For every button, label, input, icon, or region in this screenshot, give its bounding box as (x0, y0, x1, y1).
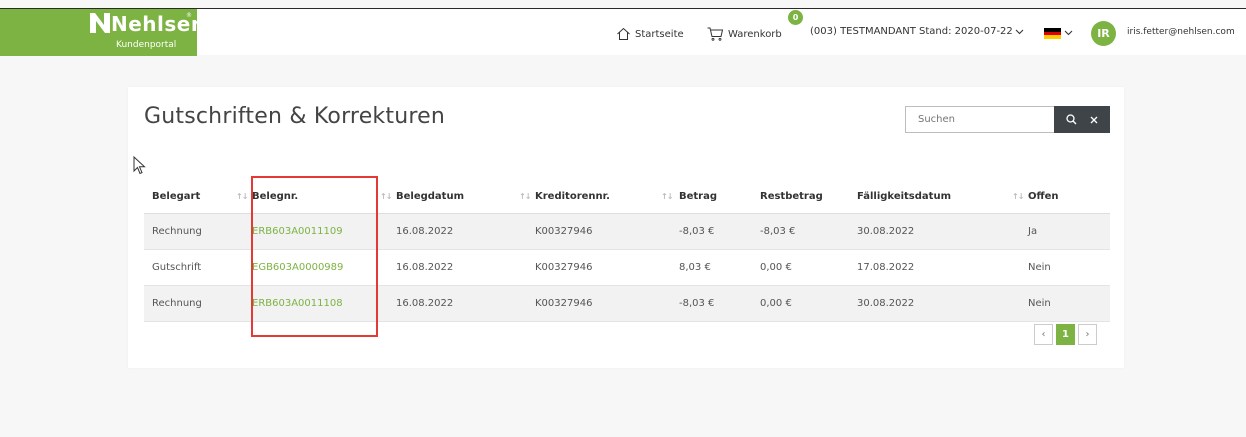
cell-restbetrag: 0,00 € (752, 285, 849, 322)
pagination: ‹ 1 › (1034, 324, 1100, 345)
close-icon[interactable] (1090, 116, 1098, 124)
cell-kreditorennr: K00327946 (527, 213, 671, 250)
cart-count-badge: 0 (788, 10, 803, 25)
cell-kreditorennr: K00327946 (527, 285, 671, 322)
column-header-belegart[interactable]: Belegart ↑↓ (144, 180, 248, 214)
cell-offen: Nein (1020, 285, 1110, 322)
nav-home-label: Startseite (635, 28, 684, 40)
home-icon (617, 27, 630, 40)
pagination-next-button[interactable]: › (1078, 324, 1097, 345)
logo[interactable]: Nehlsen ® Kundenportal (0, 9, 205, 56)
column-header-restbetrag[interactable]: Restbetrag (752, 180, 849, 214)
pagination-prev-button[interactable]: ‹ (1034, 324, 1053, 345)
column-header-label: Offen (1028, 190, 1059, 202)
cell-faelligkeitsdatum: 17.08.2022 (849, 249, 1020, 286)
search-icon[interactable] (1066, 114, 1077, 125)
cell-betrag: -8,03 € (671, 213, 752, 250)
cell-betrag: -8,03 € (671, 285, 752, 322)
cell-faelligkeitsdatum: 30.08.2022 (849, 285, 1020, 322)
column-header-betrag[interactable]: Betrag (671, 180, 752, 214)
column-header-label: Belegart (152, 190, 201, 202)
cell-faelligkeitsdatum: 30.08.2022 (849, 213, 1020, 250)
tenant-selector[interactable]: (003) TESTMANDANT Stand: 2020-07-22 (810, 26, 1024, 37)
app-header: Nehlsen ® Kundenportal Startseite Warenk… (0, 8, 1246, 56)
top-strip (0, 0, 1246, 8)
column-header-belegdatum[interactable]: Belegdatum ↑↓ (388, 180, 531, 214)
user-email[interactable]: iris.fetter@nehlsen.com (1127, 27, 1235, 37)
logo-subtitle: Kundenportal (116, 40, 177, 50)
language-flag-icon[interactable] (1044, 28, 1061, 40)
avatar[interactable]: IR (1091, 21, 1116, 46)
nav-cart-label: Warenkorb (728, 28, 782, 40)
column-header-faelligkeitsdatum[interactable]: Fälligkeitsdatum ↑↓ (849, 180, 1024, 214)
chevron-down-icon[interactable] (1064, 30, 1073, 36)
cell-restbetrag: -8,03 € (752, 213, 849, 250)
tenant-label: (003) TESTMANDANT Stand: 2020-07-22 (810, 26, 1013, 37)
search-button-group (1054, 106, 1110, 133)
cell-belegdatum: 16.08.2022 (388, 213, 527, 250)
nav-cart[interactable]: Warenkorb (707, 26, 782, 42)
cell-belegart: Gutschrift (144, 249, 244, 286)
mouse-pointer-icon (133, 156, 146, 175)
cell-restbetrag: 0,00 € (752, 249, 849, 286)
nav-home[interactable]: Startseite (616, 26, 684, 42)
cell-betrag: 8,03 € (671, 249, 752, 286)
page-title: Gutschriften & Korrekturen (144, 104, 445, 129)
logo-n-icon (90, 13, 110, 33)
pagination-page-button[interactable]: 1 (1056, 324, 1075, 345)
column-header-offen[interactable]: Offen (1020, 180, 1110, 214)
column-header-label: Betrag (679, 190, 718, 202)
column-header-label: Fälligkeitsdatum (857, 190, 951, 202)
chevron-down-icon (1015, 29, 1024, 34)
cell-belegart: Rechnung (144, 213, 244, 250)
cell-belegart: Rechnung (144, 285, 244, 322)
search-input[interactable] (905, 106, 1054, 133)
cell-belegdatum: 16.08.2022 (388, 249, 527, 286)
cell-offen: Nein (1020, 249, 1110, 286)
column-header-label: Restbetrag (760, 190, 823, 202)
column-header-label: Belegdatum (396, 190, 464, 202)
cell-belegdatum: 16.08.2022 (388, 285, 527, 322)
cell-kreditorennr: K00327946 (527, 249, 671, 286)
logo-registered: ® (186, 12, 192, 19)
column-header-kreditorennr[interactable]: Kreditorennr. ↑↓ (527, 180, 673, 214)
cell-offen: Ja (1020, 213, 1110, 250)
annotation-highlight-box (251, 176, 378, 337)
cart-icon (707, 27, 724, 41)
column-header-label: Kreditorennr. (535, 190, 610, 202)
